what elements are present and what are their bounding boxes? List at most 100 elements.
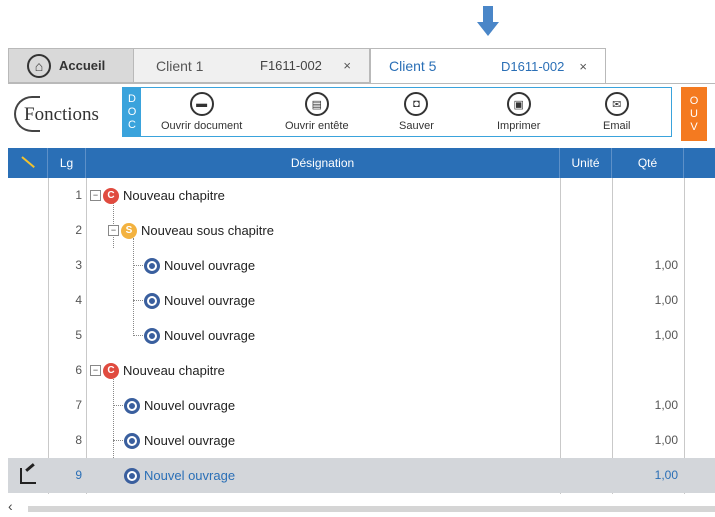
line-number: 3 <box>75 258 82 272</box>
close-icon[interactable]: × <box>343 58 351 73</box>
next-group-badge[interactable]: O U V <box>681 87 707 141</box>
tab-client-1[interactable]: Client 1 F1611-002 × <box>134 48 370 83</box>
tab-home[interactable]: ⌂ Accueil <box>8 48 134 83</box>
tab-client-name: Client 1 <box>156 57 204 74</box>
save-button[interactable]: ◘ Sauver <box>399 92 434 132</box>
doc-badge-letter: D <box>128 92 136 105</box>
designation-text: Nouvel ouvrage <box>164 293 256 308</box>
collapse-toggle-icon[interactable]: − <box>90 365 101 376</box>
designation-text: Nouvel ouvrage <box>164 258 256 273</box>
designation-cell[interactable]: Nouvel ouvrage <box>144 318 255 353</box>
email-button[interactable]: ✉ Email <box>603 92 631 132</box>
scroll-left-icon[interactable]: ‹ <box>8 498 13 514</box>
table-row[interactable]: 3 Nouvel ouvrage 1,00 <box>8 248 715 283</box>
edit-column-header[interactable] <box>8 148 48 178</box>
tool-label: Ouvrir entête <box>285 120 349 132</box>
quantity-cell[interactable]: 1,00 <box>612 423 684 458</box>
open-header-button[interactable]: ▤ Ouvrir entête <box>285 92 349 132</box>
designation-cell[interactable]: − S Nouveau sous chapitre <box>108 213 274 248</box>
print-button[interactable]: ▣ Imprimer <box>497 92 540 132</box>
header-icon: ▤ <box>304 92 329 116</box>
fonctions-logo[interactable]: Fonctions <box>14 94 124 134</box>
designation-text: Nouveau chapitre <box>123 363 225 378</box>
ouvrage-icon <box>144 292 160 309</box>
folder-icon: ▬ <box>189 92 214 116</box>
line-number: 2 <box>75 223 82 237</box>
ouvrage-icon <box>144 257 160 274</box>
table-row[interactable]: 2 − S Nouveau sous chapitre <box>8 213 715 248</box>
column-header-designation[interactable]: Désignation <box>86 148 560 178</box>
column-header-qte[interactable]: Qté <box>612 148 684 178</box>
line-number: 4 <box>75 293 82 307</box>
toolbar: Fonctions D O C ▬ Ouvrir document ▤ Ouvr… <box>8 84 715 148</box>
table-row[interactable]: 1 − C Nouveau chapitre <box>8 178 715 213</box>
quantity-cell[interactable]: 1,00 <box>612 283 684 318</box>
quantity-cell[interactable]: 1,00 <box>612 318 684 353</box>
horizontal-scrollbar[interactable]: ‹ <box>8 494 715 517</box>
tab-document-code: D1611-002 <box>501 58 565 74</box>
doc-badge-letter: O <box>127 105 137 118</box>
column-header-lg[interactable]: Lg <box>48 148 86 178</box>
tab-client-5[interactable]: Client 5 D1611-002 × <box>370 48 606 83</box>
document-grid: 1 − C Nouveau chapitre 2 − S Nouveau sou… <box>8 178 715 494</box>
quantity-cell[interactable]: 1,00 <box>612 388 684 423</box>
line-number: 7 <box>75 398 82 412</box>
designation-cell[interactable]: − C Nouveau chapitre <box>90 353 225 388</box>
quantity-cell[interactable]: 1,00 <box>612 458 684 493</box>
ouvrage-icon <box>144 327 160 344</box>
designation-cell[interactable]: Nouvel ouvrage <box>144 283 255 318</box>
ouvrage-icon <box>124 467 140 484</box>
line-number: 1 <box>75 188 82 202</box>
fonctions-label: Fonctions <box>24 104 99 125</box>
designation-text: Nouveau sous chapitre <box>141 223 274 238</box>
ouvrage-icon <box>124 432 140 449</box>
designation-text: Nouvel ouvrage <box>144 398 236 413</box>
line-number: 8 <box>75 433 82 447</box>
designation-text: Nouvel ouvrage <box>144 468 236 483</box>
quantity-cell[interactable]: 1,00 <box>612 248 684 283</box>
down-arrow-icon <box>477 6 499 40</box>
quantity-cell[interactable] <box>612 213 684 248</box>
oux-badge-letter: O <box>689 94 699 107</box>
grid-header: Lg Désignation Unité Qté <box>8 148 715 178</box>
line-number: 9 <box>75 468 82 482</box>
tool-label: Imprimer <box>497 120 541 132</box>
oux-badge-letter: U <box>690 107 698 120</box>
designation-cell[interactable]: − C Nouveau chapitre <box>90 178 225 213</box>
designation-cell[interactable]: Nouvel ouvrage <box>124 458 235 493</box>
collapse-toggle-icon[interactable]: − <box>108 225 119 236</box>
tab-client-name: Client 5 <box>389 58 437 74</box>
quantity-cell[interactable] <box>612 353 684 388</box>
doc-group-badge: D O C <box>123 88 141 136</box>
table-row[interactable]: 4 Nouvel ouvrage 1,00 <box>8 283 715 318</box>
open-document-button[interactable]: ▬ Ouvrir document <box>161 92 242 132</box>
scrollbar-track[interactable] <box>28 506 715 512</box>
close-icon[interactable]: × <box>579 59 587 74</box>
subchapter-icon: S <box>121 222 137 239</box>
table-row[interactable]: 7 Nouvel ouvrage 1,00 <box>8 388 715 423</box>
quantity-cell[interactable] <box>612 178 684 213</box>
designation-text: Nouvel ouvrage <box>144 433 236 448</box>
designation-cell[interactable]: Nouvel ouvrage <box>144 248 255 283</box>
table-row-selected[interactable]: 9 Nouvel ouvrage 1,00 <box>8 458 715 493</box>
tool-label: Sauver <box>399 120 434 132</box>
share-icon[interactable] <box>20 468 36 484</box>
save-icon: ◘ <box>404 92 429 116</box>
collapse-toggle-icon[interactable]: − <box>90 190 101 201</box>
oux-badge-letter: V <box>690 120 698 133</box>
column-header-unite[interactable]: Unité <box>560 148 612 178</box>
table-row[interactable]: 8 Nouvel ouvrage 1,00 <box>8 423 715 458</box>
printer-icon: ▣ <box>506 92 531 116</box>
designation-cell[interactable]: Nouvel ouvrage <box>124 423 235 458</box>
designation-text: Nouvel ouvrage <box>164 328 256 343</box>
home-icon: ⌂ <box>27 53 51 78</box>
designation-text: Nouveau chapitre <box>123 188 225 203</box>
tab-strip: ⌂ Accueil Client 1 F1611-002 × Client 5 … <box>8 48 715 84</box>
table-row[interactable]: 6 − C Nouveau chapitre <box>8 353 715 388</box>
designation-cell[interactable]: Nouvel ouvrage <box>124 388 235 423</box>
tab-document-code: F1611-002 <box>260 58 322 73</box>
doc-badge-letter: C <box>128 118 136 131</box>
pencil-icon <box>21 156 35 169</box>
tab-home-label: Accueil <box>59 58 106 73</box>
table-row[interactable]: 5 Nouvel ouvrage 1,00 <box>8 318 715 353</box>
